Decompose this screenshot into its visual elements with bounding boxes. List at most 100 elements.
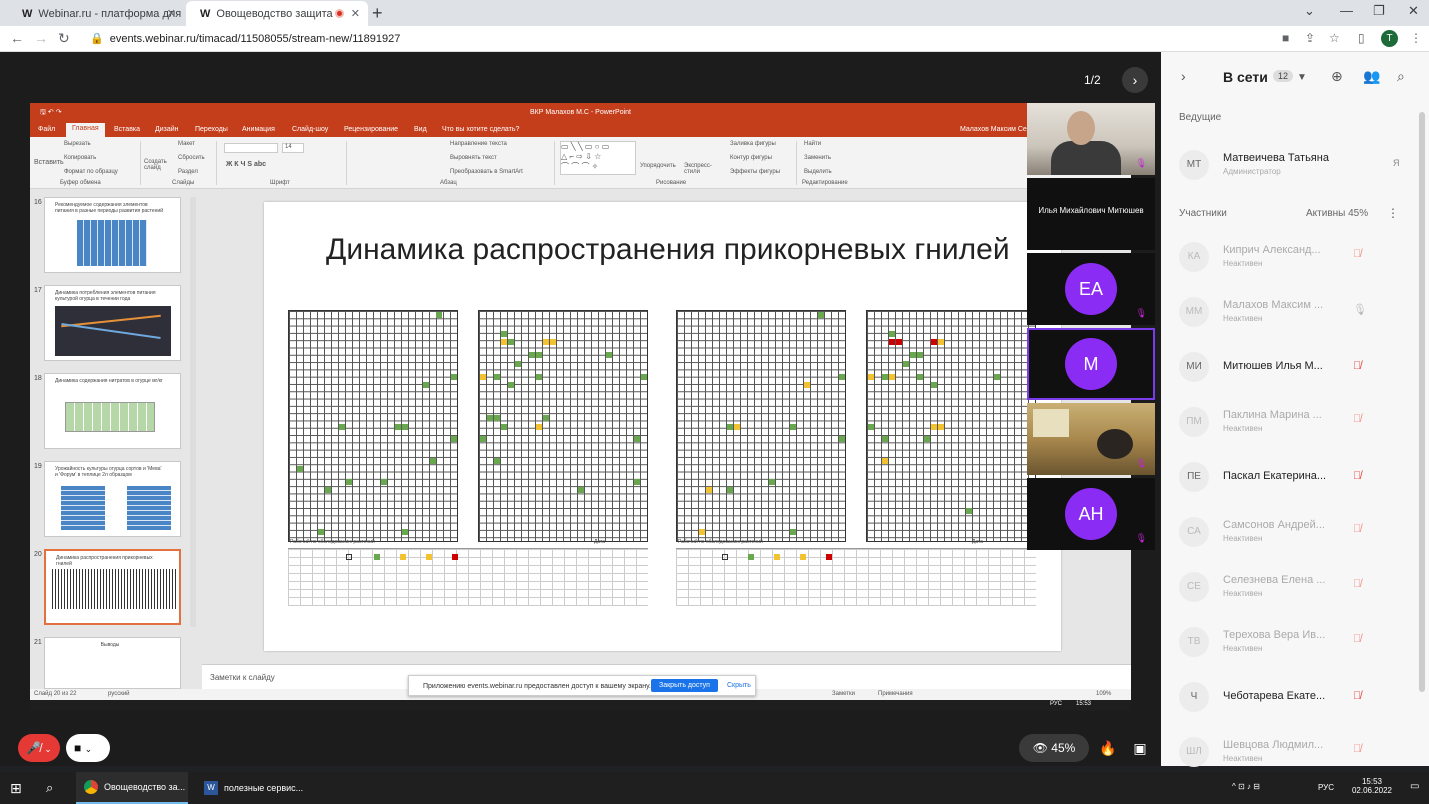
lock-icon: 🔒: [90, 33, 104, 45]
stop-sharing-button[interactable]: Закрыть доступ: [651, 679, 718, 692]
bookmark-star-icon[interactable]: ☆: [1329, 31, 1340, 45]
survey-grid-2: [478, 310, 648, 542]
avatar: ШЛ: [1179, 737, 1209, 767]
taskbar-language[interactable]: РУС: [1318, 783, 1334, 792]
video-tile-camera[interactable]: 🎙: [1027, 403, 1155, 475]
mic-toggle-button[interactable]: 🎤̸ ⌄: [18, 734, 60, 762]
participant-item[interactable]: ПМ Паклина Марина ... Неактивен 🎙̸: [1161, 397, 1429, 445]
screen-share-button[interactable]: ▣: [1128, 734, 1152, 762]
profile-avatar[interactable]: T: [1381, 30, 1398, 47]
reload-icon[interactable]: ↻: [58, 30, 70, 47]
mic-muted-icon[interactable]: 🎙̸: [1353, 743, 1361, 755]
avatar: ММ: [1179, 297, 1209, 327]
tab-search-icon[interactable]: ⌄: [1304, 3, 1315, 19]
search-icon[interactable]: ⌕: [1397, 68, 1405, 85]
survey-grid-1: [288, 310, 458, 542]
participant-item[interactable]: МИ Митюшев Илья М... 🎙̸: [1161, 342, 1429, 390]
ppt-window-title: ВКР Малахов М.С - PowerPoint: [530, 109, 631, 116]
reactions-button[interactable]: 🔥: [1096, 734, 1120, 762]
forward-icon[interactable]: →: [34, 30, 48, 46]
mic-icon[interactable]: 🎙: [1353, 303, 1367, 316]
windows-start-icon[interactable]: ⊞: [10, 772, 22, 804]
mic-muted-icon[interactable]: 🎙̸: [1353, 248, 1361, 260]
windows-taskbar: ⊞ ⌕ Овощеводство за... W полезные сервис…: [0, 772, 1429, 804]
ppt-group-drawing: Рисование: [656, 180, 687, 186]
presentation-stage: 1/2 › 🖫 ↶ ↷ ВКР Малахов М.С - PowerPoint…: [0, 52, 1161, 766]
people-icon[interactable]: 👥: [1363, 68, 1380, 85]
ppt-ribbon: Вставить Вырезать Копировать Формат по о…: [30, 137, 1131, 189]
participant-item[interactable]: СА Самсонов Андрей... Неактивен 🎙̸: [1161, 507, 1429, 555]
mic-muted-icon[interactable]: 🎙̸: [1353, 360, 1361, 372]
participant-item[interactable]: ТВ Терехова Вера Ив... Неактивен 🎙̸: [1161, 617, 1429, 665]
participant-item[interactable]: ШЛ Шевцова Людмил... Неактивен 🎙̸: [1161, 727, 1429, 775]
video-tile-avatar[interactable]: АН 🎙: [1027, 478, 1155, 550]
video-tile-avatar[interactable]: ЕА 🎙: [1027, 253, 1155, 325]
host-item[interactable]: МТ Матвеичева Татьяна Администратор Я: [1161, 140, 1429, 188]
browser-tab-webinar[interactable]: W Webinar.ru - платформа для пр... ✕: [8, 1, 184, 26]
url-field[interactable]: 🔒 events.webinar.ru/timacad/11508055/stre…: [90, 32, 400, 45]
participant-item[interactable]: КА Киприч Александ... Неактивен 🎙̸: [1161, 232, 1429, 280]
hide-notice-link[interactable]: Скрыть: [727, 682, 751, 689]
close-icon[interactable]: ✕: [167, 7, 176, 20]
avatar: СЕ: [1179, 572, 1209, 602]
sidebar-scrollbar[interactable]: [1419, 112, 1425, 692]
inner-taskbar-lang: РУС: [1050, 701, 1063, 707]
notifications-icon[interactable]: ▭: [1410, 781, 1419, 795]
add-icon[interactable]: ⊕: [1331, 68, 1343, 85]
taskbar-word[interactable]: W полезные сервис...: [196, 772, 308, 804]
table-label: Рабочий по обследованию растений: [290, 539, 375, 545]
mic-off-icon: 🎤̸: [26, 741, 41, 755]
ppt-new-slide: Создать слайд: [144, 159, 167, 171]
camera-toggle-button[interactable]: ■ ⌄: [66, 734, 110, 762]
camera-access-icon[interactable]: ■: [1282, 31, 1289, 45]
participant-item[interactable]: ПЕ Паскал Екатерина... 🎙̸: [1161, 452, 1429, 500]
participant-item[interactable]: ММ Малахов Максим ... Неактивен 🎙: [1161, 287, 1429, 335]
kebab-menu-icon[interactable]: ⋮: [1410, 31, 1422, 45]
ppt-group-clipboard: Буфер обмена: [60, 180, 101, 186]
thumb-number: 16: [34, 199, 42, 206]
side-panel-icon[interactable]: ▯: [1358, 31, 1365, 45]
video-tile-speaking[interactable]: М: [1027, 328, 1155, 400]
shared-windows-taskbar: РУС 15:53: [30, 700, 1131, 711]
close-icon[interactable]: ✕: [351, 7, 360, 20]
address-bar-row: ← → ↻ 🔒 events.webinar.ru/timacad/1150805…: [0, 26, 1429, 52]
collapse-sidebar-icon[interactable]: ›: [1181, 68, 1186, 84]
next-page-button[interactable]: ›: [1122, 67, 1148, 93]
kebab-menu-icon[interactable]: ⋮: [1387, 206, 1399, 220]
sidebar-header: › В сети 12 ▼ ⊕ 👥 ⌕: [1161, 52, 1429, 102]
slide-thumbnail: Урожайность культуры огурца сортов и 'Ме…: [44, 461, 181, 537]
screen-icon: ▣: [1133, 740, 1147, 756]
search-icon[interactable]: ⌕: [46, 772, 53, 804]
shared-screen-powerpoint: 🖫 ↶ ↷ ВКР Малахов М.С - PowerPoint Файл …: [30, 103, 1131, 711]
minimize-icon[interactable]: —: [1340, 3, 1353, 18]
viewers-activity-button[interactable]: 👁 45%: [1019, 734, 1089, 762]
new-tab-icon[interactable]: +: [372, 3, 383, 24]
share-icon[interactable]: ⇪: [1305, 31, 1315, 45]
chevron-down-icon[interactable]: ▼: [1297, 72, 1307, 83]
participant-status: Неактивен: [1223, 534, 1263, 543]
mic-muted-icon[interactable]: 🎙̸: [1353, 633, 1361, 645]
mic-muted-icon[interactable]: 🎙̸: [1353, 413, 1361, 425]
taskbar-clock[interactable]: 15:53 02.06.2022: [1342, 772, 1402, 804]
mic-muted-icon[interactable]: 🎙̸: [1353, 470, 1361, 482]
browser-tab-active[interactable]: W Овощеводство защита итог... ✕: [186, 1, 368, 26]
taskbar-chrome[interactable]: Овощеводство за...: [76, 772, 188, 804]
participant-item[interactable]: Ч Чеботарева Екате... 🎙̸: [1161, 672, 1429, 720]
ppt-group-slides: Слайды: [172, 180, 195, 186]
survey-legend-table-1: Рабочий по обследованию растений Дата: [288, 539, 648, 606]
mic-muted-icon[interactable]: 🎙̸: [1353, 690, 1361, 702]
zoom-level: 109%: [1096, 691, 1112, 697]
video-tile-host[interactable]: 🎙: [1027, 103, 1155, 175]
participant-item[interactable]: СЕ Селезнева Елена ... Неактивен 🎙̸: [1161, 562, 1429, 610]
mic-muted-icon[interactable]: 🎙̸: [1353, 523, 1361, 535]
participant-avatar: М: [1065, 338, 1117, 390]
ppt-text-direction: Направление текста: [450, 141, 507, 147]
ppt-select: Выделить: [804, 169, 832, 175]
video-tile-name[interactable]: Илья Михайлович Митюшев: [1027, 178, 1155, 250]
window-close-icon[interactable]: ✕: [1408, 3, 1419, 19]
restore-icon[interactable]: ❐: [1373, 3, 1385, 19]
ppt-titlebar: 🖫 ↶ ↷ ВКР Малахов М.С - PowerPoint: [30, 103, 1131, 123]
survey-grid-4: [866, 310, 1036, 542]
back-icon[interactable]: ←: [10, 30, 24, 46]
mic-muted-icon[interactable]: 🎙̸: [1353, 578, 1361, 590]
